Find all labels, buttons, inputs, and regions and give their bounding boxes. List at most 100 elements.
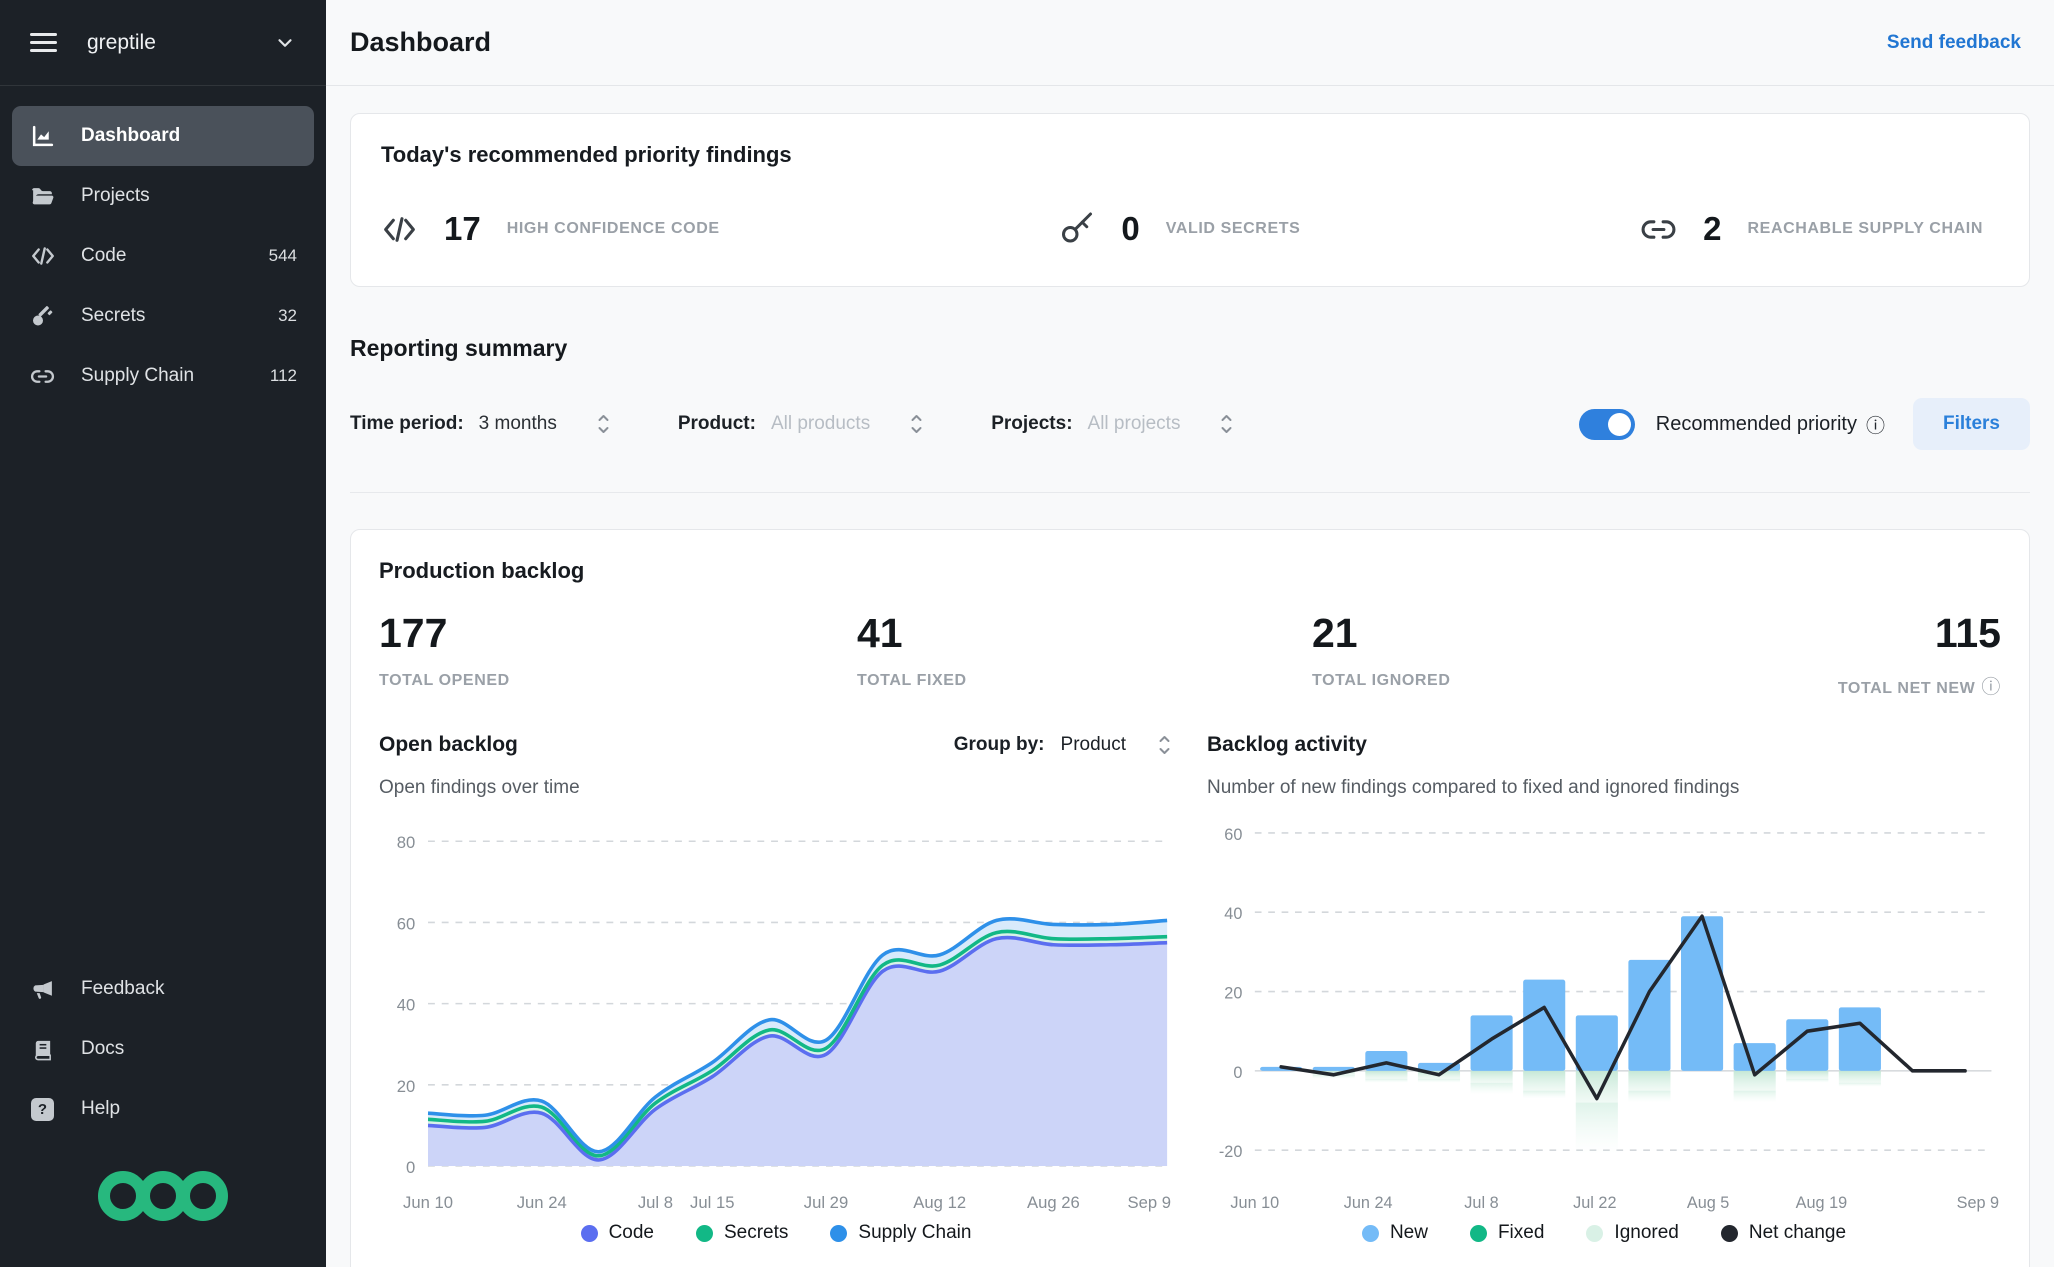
production-backlog-card: Production backlog 177 TOTAL OPENED 41 T… [350,529,2030,1267]
sidebar: greptile Dashboard Projects Code 544 Sec… [0,0,326,1267]
filter-label: Time period: [350,413,464,434]
filter-value: All projects [1087,413,1181,434]
svg-text:Aug 26: Aug 26 [1027,1193,1080,1212]
stat-total-ignored: 21 TOTAL IGNORED [1312,610,1742,699]
megaphone-icon [29,977,56,1002]
filters-button[interactable]: Filters [1912,398,2030,450]
stat-label: TOTAL FIXED [857,672,967,689]
key-icon [29,304,56,328]
stat-value: 41 [857,610,903,656]
svg-text:Jun 10: Jun 10 [1230,1193,1279,1212]
sidebar-item-code[interactable]: Code 544 [12,226,314,286]
sidebar-item-label: Code [81,245,127,266]
sidebar-footer: Feedback Docs ? Help [0,959,326,1267]
sidebar-item-dashboard[interactable]: Dashboard [12,106,314,166]
projects-select[interactable]: Projects: All projects [991,412,1235,436]
stat-label: TOTAL NET NEW ⓘ [1837,677,2001,698]
priority-card-title: Today's recommended priority findings [381,142,792,167]
org-switcher[interactable]: greptile [0,0,326,86]
legend-dot [580,1224,598,1242]
link-icon [1640,211,1677,248]
svg-text:20: 20 [397,1077,416,1096]
charts-row: Open backlog Group by: Product Open find… [379,733,2001,1244]
hamburger-menu-icon[interactable] [30,28,57,57]
backlog-activity-bar-chart[interactable]: -20 0 20 40 60 Jun 10 Jun 24 Jul 8 Jul 22 Aug 5 Au… [1207,811,2001,1216]
product-select[interactable]: Product: All products [678,412,925,436]
sidebar-item-feedback[interactable]: Feedback [12,959,314,1019]
svg-text:60: 60 [397,914,416,933]
svg-text:Jul 8: Jul 8 [638,1193,673,1212]
open-backlog-legend: Code Secrets Supply Chain [379,1222,1173,1244]
svg-text:Jun 24: Jun 24 [1344,1193,1393,1212]
svg-text:Sep 9: Sep 9 [1127,1193,1171,1212]
top-header: Dashboard Send feedback [326,0,2054,86]
backlog-activity-title: Backlog activity [1207,733,1367,756]
send-feedback-link[interactable]: Send feedback [1887,32,2021,54]
book-icon [29,1038,56,1061]
sidebar-nav: Dashboard Projects Code 544 Secrets 32 S… [0,86,326,406]
filter-right-group: Recommended priority ⓘ Filters [1578,398,2030,450]
sidebar-item-help[interactable]: ? Help [12,1079,314,1139]
chart-icon [29,124,56,149]
stat-value: 21 [1312,610,1358,656]
chevron-updown-icon [1218,412,1235,436]
svg-text:Jul 29: Jul 29 [804,1193,848,1212]
org-name: greptile [87,30,156,54]
main-area: Dashboard Send feedback Today's recommen… [326,0,2054,1267]
svg-text:0: 0 [406,1158,415,1177]
stat-value: 0 [1121,210,1140,247]
svg-text:Jul 22: Jul 22 [1573,1193,1616,1212]
sidebar-item-label: Projects [81,185,150,206]
legend-item-code[interactable]: Code [580,1222,654,1244]
help-icon: ? [29,1097,56,1121]
legend-item-new[interactable]: New [1361,1222,1428,1244]
group-by-select[interactable]: Group by: Product [954,733,1173,757]
code-icon [381,211,418,248]
stat-value: 115 [1934,610,2001,656]
svg-text:40: 40 [397,995,416,1014]
supply-chain-count-badge: 112 [269,366,297,385]
page-title: Dashboard [350,27,492,57]
legend-item-fixed[interactable]: Fixed [1469,1222,1544,1244]
info-icon[interactable]: ⓘ [1981,677,2001,698]
backlog-activity-section: Backlog activity Number of new findings … [1207,733,2001,1244]
filter-value: All products [770,413,871,434]
stat-total-opened: 177 TOTAL OPENED [379,610,857,699]
stat-valid-secrets[interactable]: 0 VALID SECRETS [1059,210,1300,248]
legend-item-supply-chain[interactable]: Supply Chain [830,1222,971,1244]
svg-text:-20: -20 [1219,1142,1242,1161]
svg-text:Aug 12: Aug 12 [913,1193,966,1212]
recommended-priority-toggle[interactable] [1578,408,1635,440]
sidebar-item-label: Feedback [81,978,165,999]
chevron-down-icon[interactable] [274,32,296,54]
stat-label: TOTAL IGNORED [1312,672,1451,689]
stat-reachable-supply-chain[interactable]: 2 REACHABLE SUPPLY CHAIN [1640,210,1983,248]
legend-item-net-change[interactable]: Net change [1720,1222,1846,1244]
backlog-card-title: Production backlog [379,558,585,583]
chevron-updown-icon [1156,733,1173,757]
stat-label: TOTAL OPENED [379,672,510,689]
backlog-stats-row: 177 TOTAL OPENED 41 TOTAL FIXED 21 TOTAL… [379,610,2001,699]
legend-item-secrets[interactable]: Secrets [695,1222,788,1244]
time-period-select[interactable]: Time period: 3 months [350,412,612,436]
open-backlog-subtitle: Open findings over time [379,777,580,798]
stat-label: REACHABLE SUPPLY CHAIN [1747,220,1983,237]
legend-dot [1361,1224,1379,1242]
open-backlog-area-chart[interactable]: 0 20 40 60 80 Jun 10 Jun 24 Jul 8 Jul 15 Jul 29 Au… [379,811,1173,1216]
legend-item-ignored[interactable]: Ignored [1586,1222,1679,1244]
greptile-logo [12,1139,314,1267]
stat-value: 17 [444,210,481,247]
stat-high-confidence-code[interactable]: 17 HIGH CONFIDENCE CODE [381,210,720,248]
sidebar-item-label: Supply Chain [81,365,195,386]
sidebar-item-projects[interactable]: Projects [12,166,314,226]
sidebar-item-secrets[interactable]: Secrets 32 [12,286,314,346]
secrets-count-badge: 32 [278,306,297,325]
folder-open-icon [29,184,56,209]
sidebar-item-supply-chain[interactable]: Supply Chain 112 [12,346,314,406]
sidebar-item-docs[interactable]: Docs [12,1019,314,1079]
toggle-label: Recommended priority [1655,412,1857,435]
backlog-activity-legend: New Fixed Ignored Net change [1207,1222,2001,1244]
backlog-activity-subtitle: Number of new findings compared to fixed… [1207,777,1740,798]
info-icon[interactable]: ⓘ [1866,411,1885,438]
filter-value: 3 months [478,413,557,434]
